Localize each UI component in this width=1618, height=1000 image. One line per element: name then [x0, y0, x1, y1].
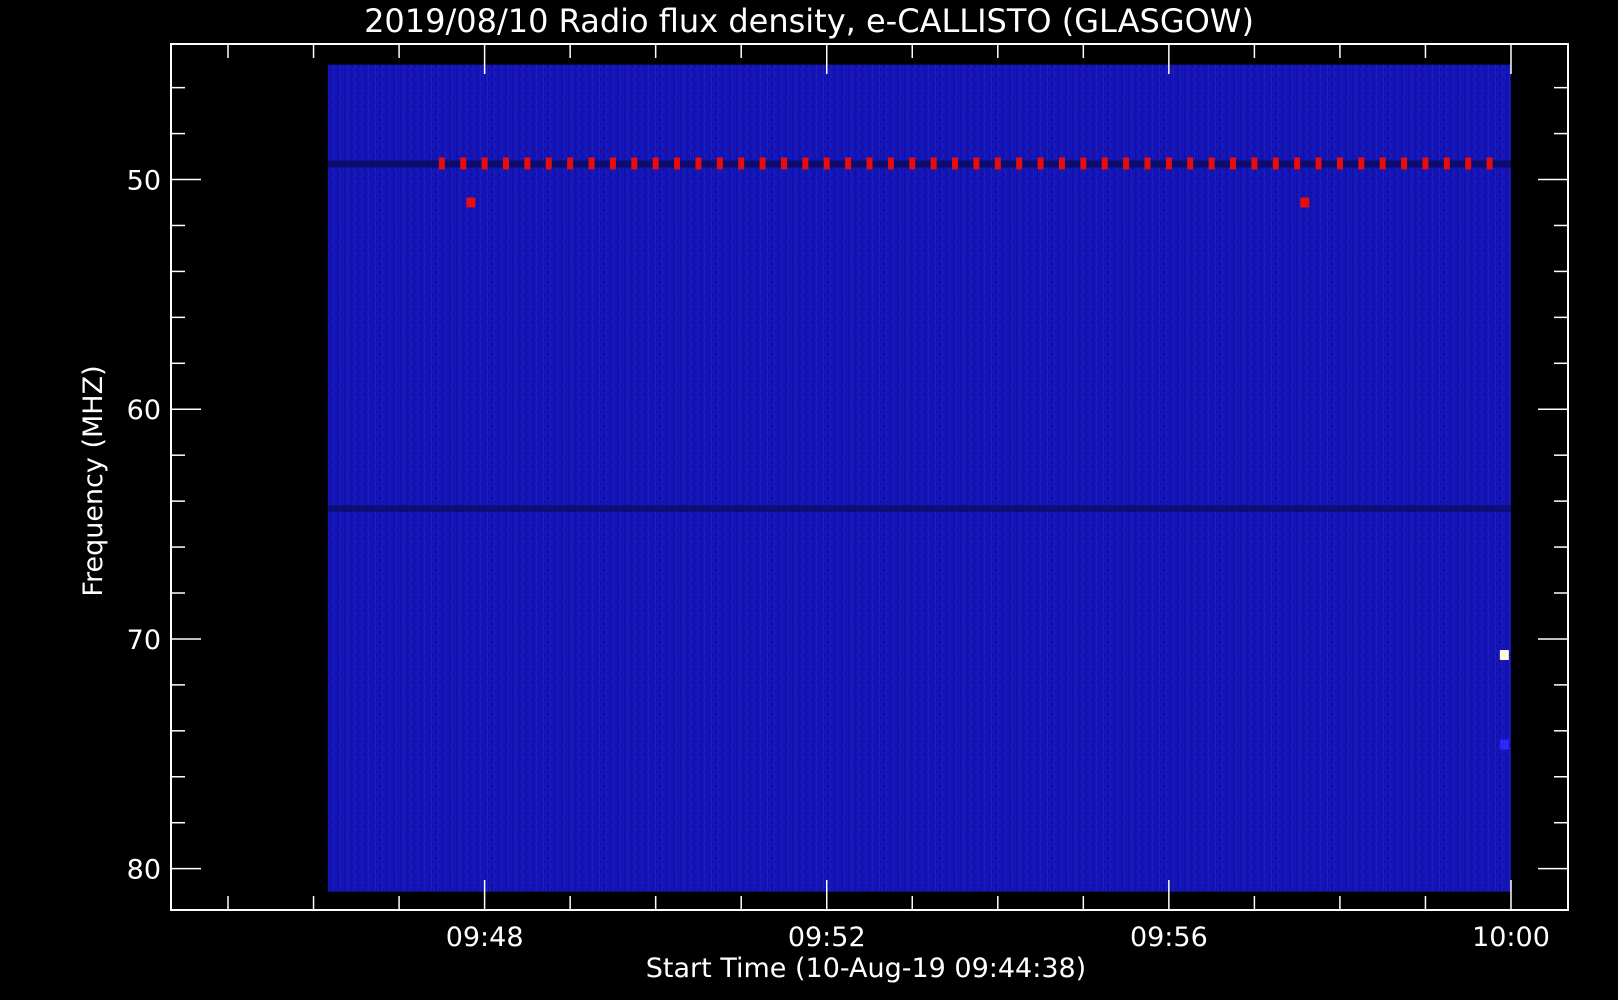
- hot-spot: [1499, 650, 1509, 661]
- interference-mark: [802, 157, 809, 170]
- interference-mark: [438, 157, 445, 170]
- y-tick-label: 70: [127, 625, 161, 656]
- interference-mark: [1165, 157, 1172, 170]
- hot-spot: [1499, 739, 1509, 750]
- interference-mark: [631, 157, 638, 170]
- interference-mark: [1123, 157, 1130, 170]
- interference-mark: [609, 157, 616, 170]
- dark-band: [327, 505, 1511, 513]
- x-axis-label: Start Time (10-Aug-19 09:44:38): [646, 953, 1086, 984]
- y-tick-label: 60: [127, 395, 161, 426]
- interference-mark: [1058, 157, 1065, 170]
- interference-mark: [909, 157, 916, 170]
- interference-mark: [716, 157, 723, 170]
- interference-mark: [460, 157, 467, 170]
- interference-mark: [481, 157, 488, 170]
- y-tick-label: 50: [127, 166, 161, 197]
- interference-mark: [1401, 157, 1408, 170]
- interference-mark: [502, 157, 509, 170]
- hot-spot: [466, 197, 476, 208]
- x-tick-label: 09:52: [788, 922, 866, 953]
- interference-mark: [1251, 157, 1258, 170]
- interference-mark: [780, 157, 787, 170]
- interference-mark: [1379, 157, 1386, 170]
- interference-mark: [695, 157, 702, 170]
- interference-mark: [1294, 157, 1301, 170]
- interference-mark: [1315, 157, 1322, 170]
- interference-mark: [845, 157, 852, 170]
- plot-area: [327, 64, 1511, 892]
- interference-mark: [1465, 157, 1472, 170]
- x-tick-label: 09:48: [446, 922, 524, 953]
- interference-mark: [1422, 157, 1429, 170]
- interference-mark: [738, 157, 745, 170]
- interference-mark: [1101, 157, 1108, 170]
- interference-mark: [1187, 157, 1194, 170]
- y-tick-label: 80: [127, 855, 161, 886]
- interference-mark: [1486, 157, 1493, 170]
- interference-mark: [652, 157, 659, 170]
- interference-mark: [866, 157, 873, 170]
- interference-mark: [973, 157, 980, 170]
- x-tick-label: 09:56: [1130, 922, 1208, 953]
- interference-mark: [1080, 157, 1087, 170]
- chart-title: 2019/08/10 Radio flux density, e-CALLIST…: [364, 2, 1254, 40]
- spectrogram-image: [327, 64, 1511, 892]
- interference-mark: [1443, 157, 1450, 170]
- interference-mark: [1336, 157, 1343, 170]
- spectrogram-chart: 2019/08/10 Radio flux density, e-CALLIST…: [78, 2, 1569, 984]
- interference-mark: [567, 157, 574, 170]
- interference-mark: [524, 157, 531, 170]
- interference-mark: [1037, 157, 1044, 170]
- interference-mark: [930, 157, 937, 170]
- interference-mark: [1144, 157, 1151, 170]
- x-tick-label: 10:00: [1472, 922, 1550, 953]
- interference-mark: [588, 157, 595, 170]
- interference-mark: [994, 157, 1001, 170]
- interference-mark: [674, 157, 681, 170]
- interference-mark: [1208, 157, 1215, 170]
- hot-spot: [1300, 197, 1310, 208]
- interference-mark: [1230, 157, 1237, 170]
- interference-mark: [1272, 157, 1279, 170]
- interference-mark: [545, 157, 552, 170]
- interference-mark: [1358, 157, 1365, 170]
- interference-mark: [952, 157, 959, 170]
- interference-mark: [759, 157, 766, 170]
- interference-mark: [887, 157, 894, 170]
- y-axis-label: Frequency (MHZ): [78, 365, 109, 596]
- interference-mark: [823, 157, 830, 170]
- interference-mark: [1016, 157, 1023, 170]
